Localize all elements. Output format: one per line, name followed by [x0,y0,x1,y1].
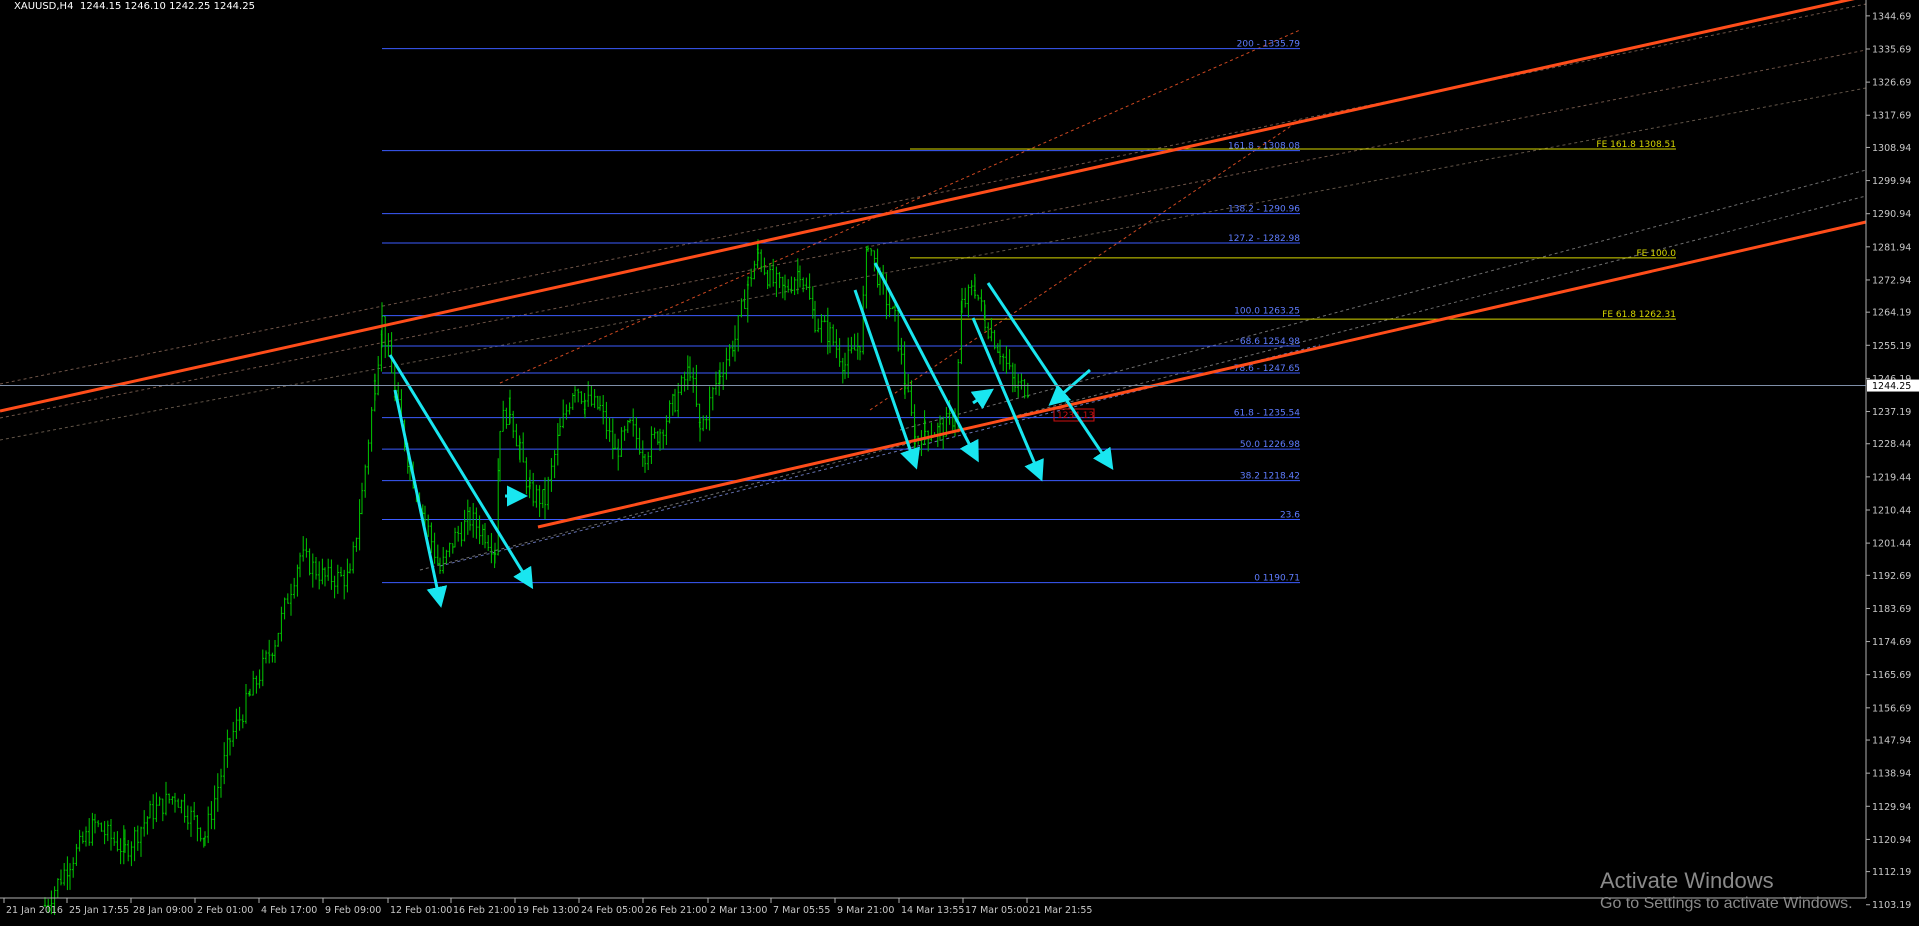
price-tick-label: 1237.19 [1872,407,1911,418]
time-tick-label: 2 Feb 01:00 [197,905,253,916]
time-tick-label: 2 Mar 13:00 [710,905,767,916]
annotation-arrow[interactable] [970,388,994,410]
dashed-trendline [499,29,1301,384]
price-tick-label: 1264.19 [1872,308,1911,319]
time-tick-label: 24 Feb 05:00 [581,905,643,916]
fib-level-label: 50.0 1226.98 [1240,440,1300,450]
time-tick-label: 16 Feb 21:00 [453,905,515,916]
time-tick-label: 12 Feb 01:00 [390,905,452,916]
symbol-label: XAUUSD,H4 [14,1,73,12]
price-tick-label: 1112.19 [1872,867,1911,878]
price-tick-label: 1255.19 [1872,341,1911,352]
price-tick-label: 1308.94 [1872,143,1911,154]
fib-level-label: 23.6 [1280,511,1300,521]
price-tick-label: 1210.44 [1872,505,1911,516]
price-tick-label: 1183.69 [1872,604,1911,615]
dashed-trendline [0,87,1867,441]
price-tick-label: 1138.94 [1872,769,1911,780]
time-tick-label: 17 Mar 05:00 [965,905,1028,916]
dashed-trendline [899,169,1867,431]
fib-level-label: 161.8 - 1308.08 [1228,142,1300,152]
time-axis-layer: 21 Jan 2016 25 Jan 17:55 28 Jan 09:00 2 Feb… [0,897,1866,916]
fe-level-label: FE 161.8 1308.51 [1596,140,1676,150]
price-tick-label: 1103.19 [1872,900,1911,911]
time-tick-label: 21 Jan 2016 [6,905,63,916]
price-tick-label: 1290.94 [1872,209,1911,220]
annotation-arrow[interactable] [986,282,1114,470]
price-tick-label: 1299.94 [1872,176,1911,187]
time-tick-label: 9 Feb 09:00 [325,905,381,916]
fe-level-label: FE 61.8 1262.31 [1602,310,1676,320]
price-tick-label: 1174.69 [1872,637,1911,648]
fib-level-label: 127.2 - 1282.98 [1228,234,1300,244]
price-tick-label: 1156.69 [1872,703,1911,714]
price-tick-label: 1192.69 [1872,571,1911,582]
time-tick-label: 9 Mar 21:00 [837,905,894,916]
price-tick-label: 1272.94 [1872,275,1911,286]
chart-svg[interactable]: 200 - 1335.79 161.8 - 1308.08 138.2 - 1290… [0,0,1919,922]
time-tick-label: 21 Mar 21:55 [1029,905,1092,916]
annotation-arrow[interactable] [393,389,448,608]
fib-level-label: 138.2 - 1290.96 [1228,205,1300,215]
price-chart[interactable]: 200 - 1335.79 161.8 - 1308.08 138.2 - 1290… [0,0,1919,922]
lower-channel-line[interactable] [537,220,1867,529]
ohlc-label: 1244.15 1246.10 1242.25 1244.25 [80,1,255,12]
fib-level-label: 61.8 - 1235.54 [1234,409,1300,419]
price-tick-label: 1120.94 [1872,835,1911,846]
fib-level-label: 38.2 1218.42 [1240,472,1300,482]
time-tick-label: 4 Feb 17:00 [261,905,317,916]
price-tick-label: 1129.94 [1872,802,1911,813]
fib-level-label: 68.6 1254.98 [1240,337,1300,347]
price-tick-label: 1219.44 [1872,472,1911,483]
fib-level-label: 0 1190.71 [1254,574,1300,584]
time-tick-label: 19 Feb 13:00 [517,905,579,916]
price-axis-layer: 1344.69 1335.69 1326.69 1317.69 1308.94 1299.… [0,0,1919,911]
fib-level-label: 100.0 1263.25 [1234,307,1300,317]
price-tick-label: 1147.94 [1872,736,1911,747]
dashed-trendline [0,3,1867,385]
price-tick-label: 1326.69 [1872,78,1911,89]
price-tick-label: 1344.69 [1872,11,1911,22]
fe-level-label: FE 100.0 [1637,249,1677,259]
price-tick-label: 1228.44 [1872,439,1911,450]
candles-layer [43,239,1029,915]
price-tick-label: 1281.94 [1872,242,1911,253]
time-tick-label: 25 Jan 17:55 [69,905,129,916]
fib-level-label: 200 - 1335.79 [1237,40,1301,50]
time-tick-label: 7 Mar 05:55 [773,905,830,916]
price-tick-label: 1201.44 [1872,539,1911,550]
time-tick-label: 26 Feb 21:00 [645,905,707,916]
price-tick-label: 1317.69 [1872,111,1911,122]
time-tick-label: 14 Mar 13:55 [901,905,964,916]
time-tick-label: 28 Jan 09:00 [133,905,193,916]
price-tick-label: 1335.69 [1872,44,1911,55]
price-tick-label: 1165.69 [1872,670,1911,681]
chart-header: XAUUSD,H4 1244.15 1246.10 1242.25 1244.2… [14,1,255,12]
dashed-trendline [0,49,1867,419]
current-price-label: 1244.25 [1872,381,1911,392]
upper-channel-line[interactable] [0,0,1866,413]
